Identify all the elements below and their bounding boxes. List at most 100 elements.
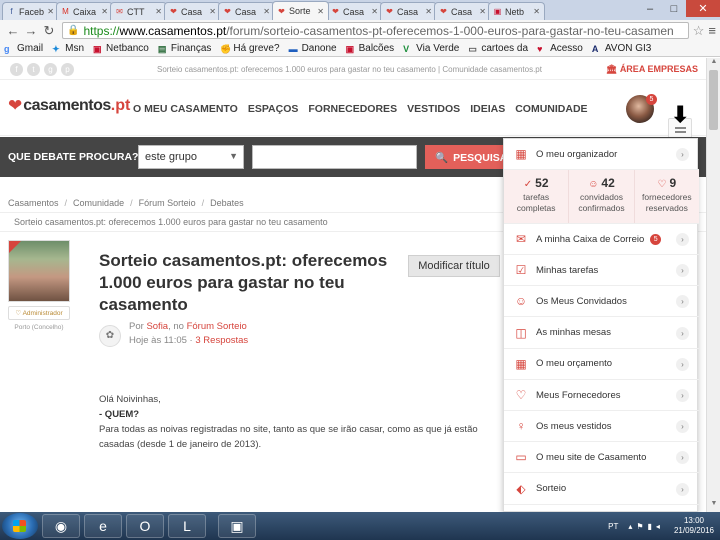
organizer-stat[interactable]: ☺ 42 convidados confirmados	[569, 170, 635, 223]
bookmark-item[interactable]: V Via Verde	[403, 43, 459, 54]
forum-link[interactable]: Fórum Sorteio	[187, 321, 247, 332]
dropdown-item[interactable]: ⬖ Sorteio ›	[504, 474, 699, 505]
breadcrumb-link[interactable]: Comunidade	[73, 198, 124, 208]
browser-tab[interactable]: M Caixa ✕	[56, 2, 113, 20]
bookmark-item[interactable]: ▣ Balcões	[346, 43, 395, 54]
tab-close-icon[interactable]: ✕	[533, 7, 540, 16]
browser-tab[interactable]: ❤ Casa ✕	[164, 2, 221, 20]
user-avatar[interactable]: 5	[626, 94, 657, 123]
site-logo[interactable]: ❤ casamentos .pt	[8, 96, 130, 116]
clock[interactable]: 13:00 21/09/2016	[674, 516, 714, 536]
dropdown-item[interactable]: ☺ Os Meus Convidados ›	[504, 286, 699, 318]
remote-taskbar-icon[interactable]: ▣	[218, 514, 256, 538]
scroll-up-icon[interactable]: ▲	[707, 58, 720, 70]
post-time: Hoje às 11:05 ·	[129, 335, 193, 346]
browser-tab[interactable]: ▣ Netb ✕	[488, 2, 545, 20]
breadcrumb-link[interactable]: Casamentos	[8, 198, 59, 208]
netbanco-icon: ▣	[93, 43, 102, 54]
tab-close-icon[interactable]: ✕	[479, 7, 486, 16]
tab-close-icon[interactable]: ✕	[425, 7, 432, 16]
area-empresas-link[interactable]: 🏛 ÁREA EMPRESAS	[606, 64, 698, 75]
dropdown-item[interactable]: ♀ Os meus vestidos ›	[504, 411, 699, 443]
main-nav-item[interactable]: O MEU CASAMENTO	[133, 103, 238, 115]
strike-icon: ✊	[220, 43, 232, 54]
minimize-button[interactable]: –	[638, 0, 662, 17]
pinterest-icon[interactable]: p	[61, 63, 74, 76]
tab-close-icon[interactable]: ✕	[155, 7, 162, 16]
forward-button[interactable]: →	[22, 23, 40, 38]
search-icon: 🔍	[435, 152, 449, 164]
search-input[interactable]	[252, 145, 417, 169]
search-scope-select[interactable]: este grupo ▼	[138, 145, 244, 169]
clock-time: 13:00	[683, 516, 704, 525]
bookmark-star-icon[interactable]: ☆	[693, 23, 705, 39]
browser-tab[interactable]: ❤ Casa ✕	[326, 2, 383, 20]
dropdown-item[interactable]: ✉ A minha Caixa de Correio 5 ›	[504, 224, 699, 255]
browser-tab[interactable]: ❤ Casa ✕	[380, 2, 437, 20]
replies-link[interactable]: 3 Respostas	[195, 335, 248, 346]
scroll-down-icon[interactable]: ▼	[707, 500, 720, 512]
tab-close-icon[interactable]: ✕	[101, 7, 108, 16]
author-link[interactable]: Sofia	[146, 321, 168, 332]
author-photo[interactable]	[8, 240, 70, 302]
breadcrumb-link[interactable]: Debates	[210, 198, 244, 208]
maximize-button[interactable]: □	[662, 0, 686, 17]
googleplus-icon[interactable]: g	[44, 63, 57, 76]
language-indicator[interactable]: PT	[608, 522, 618, 531]
tray-icons[interactable]: ▴⚑▮◂	[628, 522, 664, 531]
organizer-stat[interactable]: ✓ 52 tarefas completas	[504, 170, 570, 223]
main-nav-item[interactable]: COMUNIDADE	[515, 103, 587, 115]
main-nav-item[interactable]: VESTIDOS	[407, 103, 460, 115]
reload-button[interactable]: ↻	[40, 23, 58, 39]
bookmark-item[interactable]: ▬ Danone	[289, 43, 337, 54]
heart-icon: ❤	[170, 7, 177, 16]
dropdown-item[interactable]: ▭ O meu site de Casamento ›	[504, 442, 699, 474]
bookmark-item[interactable]: ♥ Acesso	[537, 43, 583, 54]
bookmark-item[interactable]: ▣ Netbanco	[93, 43, 149, 54]
page-scrollbar[interactable]: ▲ ▼	[706, 58, 720, 512]
breadcrumb-link[interactable]: Fórum Sorteio	[139, 198, 196, 208]
outlook-taskbar-icon[interactable]: O	[126, 514, 164, 538]
browser-tab[interactable]: ❤ Casa ✕	[434, 2, 491, 20]
tab-close-icon[interactable]: ✕	[371, 7, 378, 16]
browser-tab[interactable]: f Faceb ✕	[2, 2, 59, 20]
browser-menu-icon[interactable]: ≡	[708, 23, 716, 38]
twitter-icon[interactable]: t	[27, 63, 40, 76]
dropdown-item[interactable]: ◫ As minhas mesas ›	[504, 318, 699, 349]
dropdown-item[interactable]: ☑ Minhas tarefas ›	[504, 255, 699, 287]
bookmark-item[interactable]: ▭ cartoes da	[468, 43, 528, 54]
dropdown-item[interactable]: ♡ Meus Fornecedores ›	[504, 380, 699, 411]
tab-label: Casa	[451, 6, 473, 17]
main-nav-item[interactable]: IDEIAS	[470, 103, 505, 115]
lync-taskbar-icon[interactable]: L	[168, 514, 206, 538]
browser-tab[interactable]: ❤ Casa ✕	[218, 2, 275, 20]
facebook-icon[interactable]: f	[10, 63, 23, 76]
tab-close-icon[interactable]: ✕	[209, 7, 216, 16]
bookmark-item[interactable]: ✦ Msn	[52, 43, 84, 54]
windows-taskbar: ◉ e O L ▣ PT ▴⚑▮◂ 13:00 21/09/2016	[0, 512, 720, 540]
msn-icon: ✦	[52, 43, 60, 54]
dropdown-item[interactable]: ▦ O meu orçamento ›	[504, 349, 699, 380]
ie-taskbar-icon[interactable]: e	[84, 514, 122, 538]
start-button[interactable]	[2, 513, 38, 539]
tab-close-icon[interactable]: ✕	[47, 7, 54, 16]
chrome-taskbar-icon[interactable]: ◉	[42, 514, 80, 538]
tab-close-icon[interactable]: ✕	[317, 7, 324, 16]
scrollbar-thumb[interactable]	[709, 70, 718, 130]
browser-tab[interactable]: ✉ CTT ✕	[110, 2, 167, 20]
url-input[interactable]: 🔒 https://www.casamentos.pt/forum/sortei…	[62, 22, 689, 39]
tab-close-icon[interactable]: ✕	[263, 7, 270, 16]
modify-title-button[interactable]: Modificar título	[408, 255, 500, 277]
browser-tab[interactable]: ❤ Sorte ✕	[272, 1, 329, 20]
bookmark-item[interactable]: g Gmail	[4, 43, 43, 54]
author-location: Porto (Concelho)	[14, 324, 64, 331]
organizer-header[interactable]: ▦ O meu organizador ›	[504, 139, 699, 170]
bookmark-item[interactable]: ✊ Há greve?	[220, 43, 279, 54]
organizer-stat[interactable]: ♡ 9 fornecedores reservados	[635, 170, 699, 223]
main-nav-item[interactable]: ESPAÇOS	[248, 103, 299, 115]
close-window-button[interactable]: ✕	[686, 0, 720, 17]
back-button[interactable]: ←	[4, 23, 22, 38]
bookmark-item[interactable]: ▤ Finanças	[158, 43, 212, 54]
main-nav-item[interactable]: FORNECEDORES	[308, 103, 397, 115]
bookmark-item[interactable]: A AVON GI3	[592, 43, 652, 54]
